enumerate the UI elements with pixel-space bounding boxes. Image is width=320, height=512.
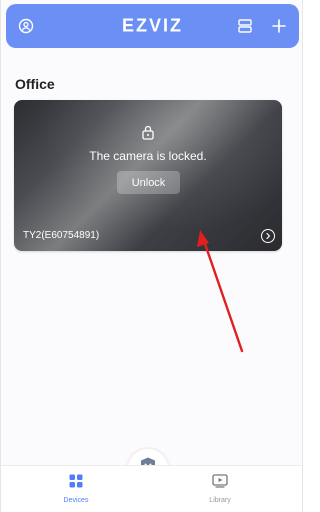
lock-message: The camera is locked. bbox=[89, 149, 207, 163]
lock-icon-wrap bbox=[14, 124, 282, 145]
bottom-tab-bar: Devices Library bbox=[1, 465, 302, 512]
library-icon bbox=[211, 474, 229, 493]
brand-logo: EZVIZ bbox=[121, 15, 184, 36]
tab-library-label: Library bbox=[209, 497, 231, 504]
section-title: Office bbox=[15, 76, 55, 92]
tab-devices[interactable]: Devices bbox=[46, 473, 106, 504]
unlock-button[interactable]: Unlock bbox=[117, 171, 180, 194]
lock-icon bbox=[141, 124, 155, 145]
grid-icon bbox=[68, 474, 84, 493]
camera-name: TY2(E60754891) bbox=[23, 230, 100, 241]
chevron-right-icon[interactable] bbox=[261, 229, 275, 243]
plus-icon[interactable] bbox=[269, 16, 289, 36]
tab-devices-label: Devices bbox=[63, 497, 89, 504]
app-header: EZVIZ bbox=[6, 4, 299, 48]
tab-library[interactable]: Library bbox=[190, 473, 250, 504]
user-circle-icon[interactable] bbox=[16, 16, 36, 36]
camera-card[interactable]: The camera is locked. Unlock TY2(E607548… bbox=[14, 100, 282, 251]
layout-icon[interactable] bbox=[235, 16, 255, 36]
app-screen: EZVIZ Office The camera is locked. Unloc… bbox=[0, 0, 303, 512]
